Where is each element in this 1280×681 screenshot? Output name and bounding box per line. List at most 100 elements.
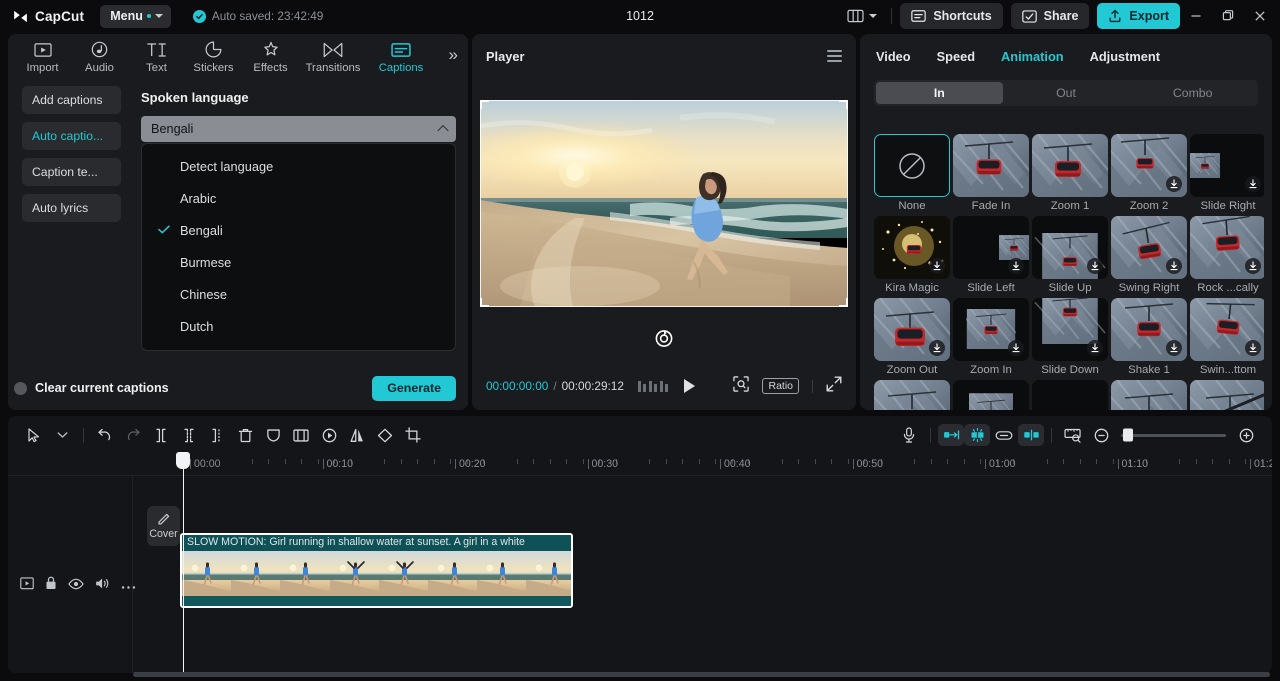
sidebar-item-caption-templates[interactable]: Caption te... <box>22 158 121 186</box>
tab-stickers[interactable]: Stickers <box>185 35 242 79</box>
crop-frames-icon[interactable] <box>287 422 315 448</box>
animation-thumbnail[interactable] <box>874 298 950 361</box>
animation-thumbnail[interactable] <box>874 134 950 197</box>
download-icon[interactable] <box>1245 340 1261 356</box>
tab-video[interactable]: Video <box>876 49 911 64</box>
animation-item[interactable] <box>874 380 950 410</box>
animation-item[interactable]: Slide Left <box>953 216 1029 294</box>
download-icon[interactable] <box>1245 176 1261 192</box>
split-icon[interactable] <box>147 422 175 448</box>
animation-thumbnail[interactable] <box>1111 216 1187 279</box>
lock-icon[interactable] <box>45 576 57 595</box>
undo-icon[interactable] <box>91 422 119 448</box>
animation-item[interactable]: Slide Up <box>1032 216 1108 294</box>
download-icon[interactable] <box>1008 340 1024 356</box>
timeline-ruler[interactable]: 00:00 00:10 00:20 00:30 00:40 00:50 01:00 01:10… <box>8 454 1272 476</box>
animation-thumbnail[interactable] <box>1032 298 1108 361</box>
preview-ruler-icon[interactable] <box>1059 422 1087 448</box>
animation-thumbnail[interactable] <box>1032 216 1108 279</box>
current-timecode[interactable]: 00:00:00:00 <box>486 379 548 393</box>
ratio-button[interactable]: Ratio <box>762 378 799 394</box>
fullscreen-icon[interactable] <box>826 376 842 397</box>
export-button[interactable]: Export <box>1097 3 1180 29</box>
delete-icon[interactable] <box>231 422 259 448</box>
chevron-down-icon[interactable] <box>48 422 76 448</box>
timeline-clip[interactable]: SLOW MOTION: Girl running in shallow wat… <box>180 533 573 608</box>
zoom-slider-handle[interactable] <box>1123 428 1133 442</box>
mirror-icon[interactable] <box>343 422 371 448</box>
split-right-icon[interactable] <box>203 422 231 448</box>
resize-handle-top-left[interactable] <box>480 100 489 109</box>
animation-thumbnail[interactable] <box>1111 380 1187 410</box>
mask-icon[interactable] <box>259 422 287 448</box>
more-tabs-button[interactable]: » <box>449 46 458 63</box>
resize-handle-bottom-left[interactable] <box>480 298 489 307</box>
animation-thumbnail[interactable] <box>953 134 1029 197</box>
animation-thumbnail[interactable] <box>1111 134 1187 197</box>
freeze-icon[interactable] <box>315 422 343 448</box>
animation-item[interactable] <box>1111 380 1187 410</box>
align-icon[interactable] <box>1018 424 1044 446</box>
download-icon[interactable] <box>929 340 945 356</box>
layout-button[interactable] <box>841 5 883 27</box>
spoken-language-select[interactable]: Bengali <box>141 116 456 142</box>
tab-captions[interactable]: Captions <box>367 35 435 79</box>
animation-item[interactable]: Zoom 2 <box>1111 134 1187 212</box>
shortcuts-button[interactable]: Shortcuts <box>900 3 1003 29</box>
download-icon[interactable] <box>929 258 945 274</box>
animation-thumbnail[interactable] <box>1032 380 1108 410</box>
dropdown-item-bengali[interactable]: Bengali <box>142 214 455 246</box>
zoom-slider[interactable] <box>1121 428 1226 442</box>
dropdown-item-chinese[interactable]: Chinese <box>142 278 455 310</box>
animation-item[interactable]: Swin...ttom <box>1190 298 1264 376</box>
animation-thumbnail[interactable] <box>953 216 1029 279</box>
animation-thumbnail[interactable] <box>1032 134 1108 197</box>
animation-thumbnail[interactable] <box>953 298 1029 361</box>
animation-item[interactable]: Zoom In <box>953 298 1029 376</box>
dropdown-item-arabic[interactable]: Arabic <box>142 182 455 214</box>
animation-thumbnail[interactable] <box>1190 216 1264 279</box>
animation-item[interactable] <box>1190 380 1264 410</box>
sidebar-item-auto-captions[interactable]: Auto captio... <box>22 122 121 150</box>
download-icon[interactable] <box>1008 258 1024 274</box>
player-stage[interactable] <box>480 100 848 307</box>
tab-adjustment[interactable]: Adjustment <box>1090 49 1160 64</box>
animation-thumbnail[interactable] <box>1190 298 1264 361</box>
download-icon[interactable] <box>1087 340 1103 356</box>
track-thumbnail-icon[interactable] <box>20 576 34 595</box>
animation-item[interactable] <box>953 380 1029 410</box>
tab-transitions[interactable]: Transitions <box>299 35 367 79</box>
select-arrow-icon[interactable] <box>20 422 48 448</box>
download-icon[interactable] <box>1245 258 1261 274</box>
animation-item[interactable]: Shake 1 <box>1111 298 1187 376</box>
resize-handle-top-right[interactable] <box>839 100 848 109</box>
rotate-handle-icon[interactable] <box>655 330 673 347</box>
animation-thumbnail[interactable] <box>874 216 950 279</box>
timeline-horizontal-scrollbar[interactable] <box>133 672 1270 677</box>
download-icon[interactable] <box>1087 258 1103 274</box>
share-button[interactable]: Share <box>1010 3 1090 29</box>
segment-out[interactable]: Out <box>1003 82 1130 104</box>
tab-text[interactable]: Text <box>128 35 185 79</box>
animation-item[interactable]: Kira Magic <box>874 216 950 294</box>
segment-combo[interactable]: Combo <box>1129 82 1256 104</box>
download-icon[interactable] <box>1166 258 1182 274</box>
hamburger-icon[interactable] <box>827 50 842 62</box>
animation-thumbnail[interactable] <box>874 380 950 410</box>
volume-icon[interactable] <box>95 577 110 595</box>
microphone-icon[interactable] <box>895 422 923 448</box>
animation-thumbnail[interactable] <box>1190 380 1264 410</box>
crop-icon[interactable] <box>399 422 427 448</box>
eye-icon[interactable] <box>68 577 84 595</box>
tab-animation[interactable]: Animation <box>1001 49 1064 64</box>
dropdown-item-detect-language[interactable]: Detect language <box>142 150 455 182</box>
zoom-fit-icon[interactable] <box>733 375 750 397</box>
minimize-button[interactable] <box>1180 1 1212 31</box>
animation-thumbnail[interactable] <box>1111 298 1187 361</box>
animation-item[interactable]: Rock ...cally <box>1190 216 1264 294</box>
resize-handle-bottom-right[interactable] <box>839 298 848 307</box>
stabilize-icon[interactable] <box>964 424 990 446</box>
segment-in[interactable]: In <box>876 82 1003 104</box>
animation-item[interactable]: Swing Right <box>1111 216 1187 294</box>
download-icon[interactable] <box>1166 176 1182 192</box>
